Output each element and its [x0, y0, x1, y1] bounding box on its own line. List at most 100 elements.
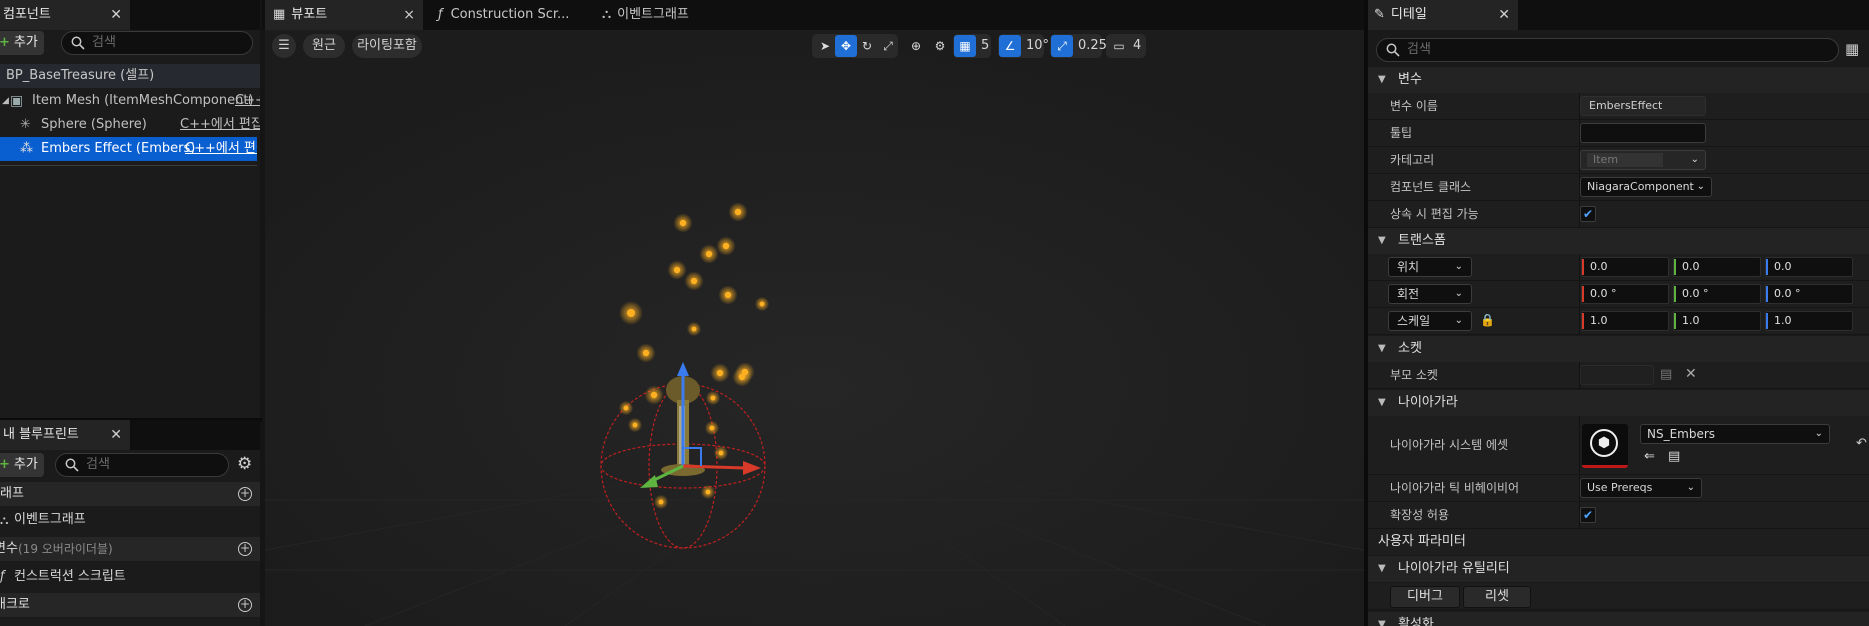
scale-snap-icon[interactable]: ⤢: [1051, 35, 1073, 57]
tab-my-blueprint[interactable]: 내 블루프린트 ✕: [0, 420, 130, 450]
section-variables-label: 변수: [0, 541, 18, 556]
lighting-mode-button[interactable]: 라이팅포함: [352, 34, 422, 58]
browse-asset-icon[interactable]: ▤: [1668, 449, 1680, 464]
category-dropdown[interactable]: Item ⌄: [1580, 150, 1706, 170]
camera-speed-group: ▭ 4: [1106, 34, 1146, 58]
close-icon[interactable]: ✕: [110, 0, 122, 30]
select-tool-icon[interactable]: ➤: [814, 35, 836, 57]
grid-snap-icon[interactable]: ▦: [954, 35, 976, 57]
component-item-mesh[interactable]: ◢ ▣ Item Mesh (ItemMeshComponent) C++: [0, 89, 260, 113]
component-embers-effect[interactable]: ⁂ Embers Effect (Embers) C++에서 편집: [0, 137, 257, 161]
camera-icon[interactable]: ▭: [1108, 35, 1130, 57]
viewport-scene[interactable]: [265, 30, 1364, 626]
component-item-mesh-edit-link[interactable]: C++: [235, 89, 260, 113]
components-search-input[interactable]: 검색: [61, 31, 253, 55]
tick-behavior-dropdown[interactable]: Use Prereqs ⌄: [1580, 478, 1702, 498]
grid-snap-value[interactable]: 5: [981, 34, 989, 58]
scale-x-field[interactable]: 1.0: [1581, 311, 1669, 331]
variable-name-field[interactable]: EmbersEffect: [1580, 96, 1706, 116]
component-sphere-edit-link[interactable]: C++에서 편집: [180, 113, 260, 137]
perspective-button[interactable]: 원근: [303, 34, 345, 58]
lock-icon[interactable]: 🔒: [1480, 313, 1495, 327]
tab-construction-script[interactable]: ƒ Construction Scr...: [430, 0, 590, 30]
tab-components-label: 컴포넌트: [3, 7, 51, 22]
ember-particle: [632, 422, 638, 428]
camera-speed-value[interactable]: 4: [1133, 34, 1141, 58]
rotation-mode-dropdown[interactable]: 회전 ⌄: [1388, 284, 1472, 304]
component-root[interactable]: BP_BaseTreasure (셀프): [0, 64, 260, 88]
section-socket[interactable]: ▼ 소켓: [1368, 336, 1869, 362]
tab-viewport[interactable]: ▦ 뷰포트 ×: [265, 0, 423, 30]
parent-socket-field[interactable]: [1580, 365, 1654, 385]
surface-snap-icon[interactable]: ⚙: [929, 35, 951, 57]
rotate-tool-icon[interactable]: ↻: [856, 35, 878, 57]
blueprint-search-input[interactable]: 검색: [55, 453, 229, 477]
rotation-x-field[interactable]: 0.0 °: [1581, 284, 1669, 304]
use-selected-asset-icon[interactable]: ⇐: [1644, 449, 1655, 464]
debug-button[interactable]: 디버그: [1390, 586, 1460, 608]
tooltip-field[interactable]: [1580, 123, 1706, 143]
component-embers-edit-link[interactable]: C++에서 편집: [185, 137, 257, 161]
ember-particle: [679, 219, 687, 227]
list-item-event-graph[interactable]: ⛬ 이벤트그래프: [0, 508, 260, 532]
list-item-construction-script[interactable]: ƒ 컨스트럭션 스크립트: [0, 565, 260, 589]
world-local-toggle-icon[interactable]: ⊕: [905, 35, 927, 57]
close-icon[interactable]: ✕: [110, 420, 122, 450]
location-mode-dropdown[interactable]: 위치 ⌄: [1388, 257, 1472, 277]
section-activation[interactable]: ▼ 활성화: [1368, 612, 1869, 626]
component-sphere[interactable]: ✳ Sphere (Sphere) C++에서 편집: [0, 113, 260, 137]
add-variable-icon[interactable]: +: [238, 542, 252, 556]
scale-z-field[interactable]: 1.0: [1765, 311, 1853, 331]
section-user-params[interactable]: 사용자 파라미터: [1368, 529, 1869, 555]
section-niagara[interactable]: ▼ 나이아가라: [1368, 390, 1869, 416]
tab-details[interactable]: ✎ 디테일 ✕: [1368, 0, 1518, 30]
rotation-snap-icon[interactable]: ∠: [999, 35, 1021, 57]
viewport-menu-button[interactable]: ☰: [272, 34, 296, 58]
scale-tool-icon[interactable]: ⤢: [877, 35, 899, 57]
location-z-field[interactable]: 0.0: [1765, 257, 1853, 277]
tab-components[interactable]: 컴포넌트 ✕: [0, 0, 130, 30]
chevron-down-icon: ▼: [1378, 619, 1386, 626]
translate-tool-icon[interactable]: ✥: [835, 35, 857, 57]
add-component-button[interactable]: + 추가: [0, 31, 44, 55]
add-blueprint-item-button[interactable]: + 추가: [0, 453, 44, 477]
scale-mode-dropdown[interactable]: 스케일 ⌄: [1388, 311, 1472, 331]
section-niagara-utils[interactable]: ▼ 나이아가라 유틸리티: [1368, 556, 1869, 582]
section-transform[interactable]: ▼ 트랜스폼: [1368, 228, 1869, 254]
reset-button[interactable]: 리셋: [1463, 586, 1531, 608]
niagara-asset-thumbnail[interactable]: ⬢: [1582, 424, 1628, 468]
section-variable[interactable]: ▼ 변수: [1368, 67, 1869, 93]
function-icon: ƒ: [0, 569, 5, 584]
clear-socket-icon[interactable]: ✕: [1685, 366, 1697, 382]
tab-event-graph[interactable]: ⛬ 이벤트그래프: [594, 0, 754, 30]
niagara-asset-dropdown[interactable]: NS_Embers ⌄: [1640, 424, 1830, 444]
section-graphs[interactable]: 래프 +: [0, 482, 260, 506]
location-y-field[interactable]: 0.0: [1673, 257, 1761, 277]
rotation-y-field[interactable]: 0.0 °: [1673, 284, 1761, 304]
ember-particle: [741, 368, 749, 376]
allow-scalability-checkbox[interactable]: ✔: [1580, 507, 1596, 523]
tab-event-graph-label: 이벤트그래프: [617, 7, 689, 22]
rotation-x-value: 0.0 °: [1590, 287, 1617, 300]
scale-y-field[interactable]: 1.0: [1673, 311, 1761, 331]
editable-inherit-checkbox[interactable]: ✔: [1580, 206, 1596, 222]
details-search-input[interactable]: 검색: [1376, 38, 1839, 62]
section-macros[interactable]: 배크로 +: [0, 593, 260, 617]
viewport[interactable]: ☰ 원근 라이팅포함 ➤ ✥ ↻ ⤢ ⊕ ⚙ ▦ 5 ∠ 10° ⤢ 0.25 …: [265, 30, 1364, 626]
section-variables[interactable]: 변수 (19 오버라이더블) +: [0, 537, 260, 561]
scale-snap-value[interactable]: 0.25: [1078, 34, 1107, 58]
add-graph-icon[interactable]: +: [238, 487, 252, 501]
rotation-z-field[interactable]: 0.0 °: [1765, 284, 1853, 304]
location-x-field[interactable]: 0.0: [1581, 257, 1669, 277]
reset-to-default-icon[interactable]: ↶: [1856, 436, 1867, 451]
rotation-snap-value[interactable]: 10°: [1026, 34, 1049, 58]
add-macro-icon[interactable]: +: [238, 598, 252, 612]
close-icon[interactable]: ✕: [1498, 0, 1510, 30]
tooltip-label: 툴팁: [1390, 126, 1413, 140]
close-icon[interactable]: ×: [403, 0, 415, 30]
property-matrix-icon[interactable]: ▦: [1845, 40, 1859, 58]
component-class-dropdown[interactable]: NiagaraComponent ⌄: [1580, 177, 1712, 197]
expand-arrow-icon[interactable]: ◢: [2, 89, 9, 113]
settings-gear-icon[interactable]: ⚙: [237, 454, 252, 474]
browse-socket-icon[interactable]: ▤: [1660, 367, 1672, 382]
